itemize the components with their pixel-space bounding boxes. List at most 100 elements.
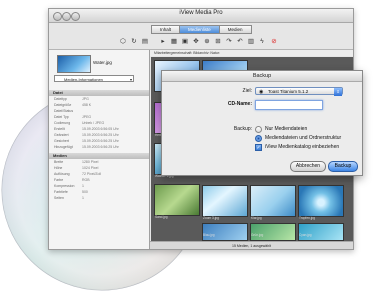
cd-icon: ◉ xyxy=(259,89,264,95)
refresh-icon[interactable]: ↻ xyxy=(130,38,138,46)
title-bar: iView Media Pro xyxy=(49,9,353,23)
field-key: Datei Typ xyxy=(54,115,69,119)
field-value: 1024 Pixel xyxy=(82,166,99,170)
field-row: Breite 1280 Pixel xyxy=(54,160,98,165)
backup-button[interactable]: Backup xyxy=(328,161,358,172)
zoom-icon[interactable]: ⊞ xyxy=(214,38,222,46)
field-key: Dateigröße xyxy=(54,103,72,107)
thumbnail-name: Water.jpg xyxy=(93,60,112,65)
grid-icon[interactable]: ▦ xyxy=(170,38,178,46)
field-key: Farbtiefe xyxy=(54,190,68,194)
destination-select[interactable]: ◉ Toast Titanium 5.1.2 ⇕ xyxy=(255,87,343,96)
chevron-down-icon: ▾ xyxy=(129,77,132,82)
backup-dialog: Backup Ziel: ◉ Toast Titanium 5.1.2 ⇕ CD… xyxy=(161,70,363,176)
field-value: 1280 Pixel xyxy=(82,160,99,164)
radio-media-and-folders-label[interactable]: Mediendateien und Ordnerstruktur xyxy=(265,135,341,141)
field-value: 15.09.2003 6:56:25 Uhr xyxy=(82,145,119,149)
media-thumbnail[interactable] xyxy=(250,185,296,217)
media-thumbnail[interactable] xyxy=(250,223,296,241)
cancel-button[interactable]: Abbrechen xyxy=(290,161,326,172)
view-tabs: Inhalt Medienliste Medien xyxy=(151,25,252,34)
field-row: Seiten 1 xyxy=(54,196,84,201)
stop-icon[interactable]: ⊘ xyxy=(270,38,278,46)
field-value: JPG xyxy=(82,97,89,101)
field-value: 15.09.2003 6:56:05 Uhr xyxy=(82,127,119,131)
thumbnail-caption: Cyan.jpg xyxy=(299,233,312,237)
field-key: Höhe xyxy=(54,166,63,170)
include-catalog-label[interactable]: iView Medienkatalog einbeziehen xyxy=(265,144,339,150)
field-row: Höhe 1024 Pixel xyxy=(54,166,98,171)
tab-inhalt[interactable]: Inhalt xyxy=(151,25,181,34)
field-value: JPEG xyxy=(82,115,92,119)
thumbnail-caption: Blau.jpg xyxy=(203,233,215,237)
dialog-title: Backup xyxy=(162,71,362,82)
tab-medienliste[interactable]: Medienliste xyxy=(179,25,220,34)
field-row: Datei Typ JPEG xyxy=(54,115,91,120)
radio-media-only-label[interactable]: Nur Mediendateien xyxy=(265,126,307,132)
field-value: RGB xyxy=(82,178,90,182)
chevron-updown-icon: ⇕ xyxy=(334,88,342,96)
field-key: Codierung xyxy=(54,121,71,125)
section-header-file[interactable]: Datei xyxy=(49,90,149,96)
field-value: 72 Pixel/Zoll xyxy=(82,172,102,176)
lightning-icon[interactable]: ϟ xyxy=(258,38,266,46)
media-thumbnail[interactable] xyxy=(298,185,344,217)
rotate-back-icon[interactable]: ↶ xyxy=(236,38,244,46)
media-thumbnail[interactable] xyxy=(202,223,248,241)
window-title: iView Media Pro xyxy=(179,10,223,16)
field-value: 500 xyxy=(82,190,88,194)
ziel-label: Ziel: xyxy=(242,88,252,94)
field-value: 458 K xyxy=(82,103,92,107)
info-sidebar: Water.jpg Medien-Informationen ▾ Datei D… xyxy=(49,50,150,249)
field-row: Hinzugefügt 15.09.2003 6:56:25 Uhr xyxy=(54,145,119,150)
tab-medien[interactable]: Medien xyxy=(218,25,252,34)
field-row: Datei/Status xyxy=(54,109,73,114)
thumbnail-caption: Tropfen.jpg xyxy=(299,216,316,220)
frame-icon[interactable]: ▣ xyxy=(181,38,189,46)
include-catalog-checkbox[interactable]: ✓ xyxy=(255,144,262,151)
cd-name-input[interactable] xyxy=(255,100,323,110)
radio-media-only[interactable] xyxy=(255,126,262,133)
field-row: Auflösung 72 Pixel/Zoll xyxy=(54,172,101,177)
path-header: Mitarbeitergemeinschaft: Bildarchiv: Nat… xyxy=(150,50,353,56)
field-key: Kompression xyxy=(54,184,75,188)
destination-value: Toast Titanium 5.1.2 xyxy=(268,89,309,94)
field-key: Auflösung xyxy=(54,172,70,176)
toolbar: ⬡ ↻ ▤ ▸ ▦ ▣ ✥ ⊕ ⊞ ↷ ↶ ▥ ϟ ⊘ xyxy=(49,36,353,50)
field-key: Breite xyxy=(54,160,64,164)
thumbnail-preview xyxy=(57,55,91,73)
tag-icon[interactable]: ⬡ xyxy=(119,38,127,46)
field-value: 1 xyxy=(82,184,84,188)
field-row: Gesichert 15.09.2003 6:56:25 Uhr xyxy=(54,139,119,144)
media-thumbnail[interactable] xyxy=(298,223,344,241)
backup-icon[interactable]: ▥ xyxy=(247,38,255,46)
radio-media-and-folders[interactable] xyxy=(255,135,262,142)
rotate-icon[interactable]: ↷ xyxy=(225,38,233,46)
field-row: Codierung Unbek / JPEG xyxy=(54,121,104,126)
panel-select-value: Medien-Informationen xyxy=(64,77,103,82)
slideshow-icon[interactable]: ▸ xyxy=(159,38,167,46)
cd-name-label: CD-Name: xyxy=(227,101,252,107)
thumbnail-caption: Zoom 3.jpg xyxy=(203,216,219,220)
field-row: Erstellt 15.09.2003 6:56:05 Uhr xyxy=(54,127,119,132)
field-key: Gesichert xyxy=(54,139,69,143)
field-row: Farbe RGB xyxy=(54,178,90,183)
field-row: Farbtiefe 500 xyxy=(54,190,88,195)
target-icon[interactable]: ⊕ xyxy=(203,38,211,46)
field-value: 15.09.2003 6:56:25 Uhr xyxy=(82,139,119,143)
thumbnail-caption: Sand.jpg xyxy=(155,215,168,219)
thumbnail-caption: Klar.jpg xyxy=(251,216,262,220)
trash-icon[interactable]: ▤ xyxy=(141,38,149,46)
media-thumbnail[interactable] xyxy=(154,184,200,216)
expand-icon[interactable]: ✥ xyxy=(192,38,200,46)
field-key: Farbe xyxy=(54,178,64,182)
field-key: Seiten xyxy=(54,196,64,200)
field-key: Hinzugefügt xyxy=(54,145,73,149)
field-row: Dateityp JPG xyxy=(54,97,89,102)
media-thumbnail[interactable] xyxy=(202,185,248,217)
section-header-media[interactable]: Medien xyxy=(49,153,149,159)
field-key: Datei/Status xyxy=(54,109,74,113)
field-value: 1 xyxy=(82,196,84,200)
panel-select[interactable]: Medien-Informationen ▾ xyxy=(54,75,134,82)
field-key: Erstellt xyxy=(54,127,65,131)
